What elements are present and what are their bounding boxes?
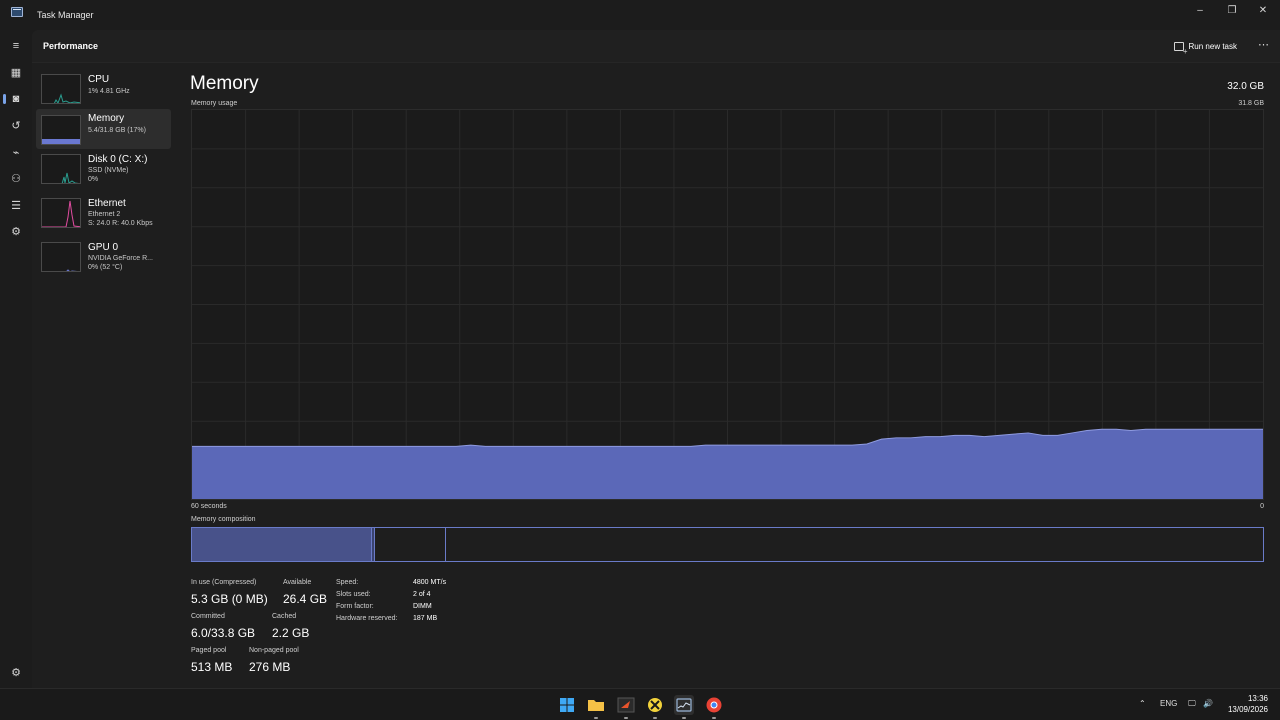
- memory-composition-label: Memory composition: [191, 516, 256, 523]
- device-detail-ethernet-throughput: S: 24.0 R: 40.0 Kbps: [88, 220, 153, 227]
- terminal-app-icon[interactable]: [616, 695, 636, 719]
- stat-label-paged-pool: Paged pool: [191, 647, 227, 654]
- stat-value-paged-pool: 513 MB: [191, 660, 233, 674]
- page-title: Performance: [43, 41, 99, 51]
- hamburger-icon[interactable]: ≡: [6, 36, 26, 56]
- startup-apps-icon[interactable]: ⌁: [6, 142, 26, 162]
- device-gpu[interactable]: GPU 0 NVIDIA GeForce R... 0% (52 °C): [36, 239, 171, 279]
- device-detail-gpu-usage: 0% (52 °C): [88, 264, 123, 271]
- stat-label-in-use: In use (Compressed): [191, 579, 257, 586]
- disk-thumbnail: [41, 154, 81, 184]
- memory-heading: Memory: [190, 73, 259, 94]
- spec-value-form-factor: DIMM: [413, 603, 432, 610]
- memory-thumbnail: [41, 115, 81, 145]
- spec-label-speed: Speed:: [336, 579, 359, 586]
- run-new-task-label: Run new task: [1188, 42, 1237, 51]
- device-detail-memory: 5.4/31.8 GB (17%): [88, 127, 146, 134]
- ethernet-thumbnail: [41, 198, 81, 228]
- memory-usage-graph: [191, 109, 1264, 500]
- stat-value-available: 26.4 GB: [283, 592, 328, 606]
- spec-label-hardware-reserved: Hardware reserved:: [336, 615, 398, 622]
- spec-label-slots: Slots used:: [336, 591, 371, 598]
- spec-value-slots: 2 of 4: [413, 591, 431, 598]
- device-detail-cpu: 1% 4.81 GHz: [88, 88, 130, 95]
- task-manager-app-icon: [11, 7, 23, 17]
- device-name-ethernet: Ethernet: [88, 198, 126, 209]
- spec-value-speed: 4800 MT/s: [413, 579, 447, 586]
- network-icon[interactable]: 🖵: [1188, 699, 1196, 709]
- chrome-icon[interactable]: [704, 695, 724, 719]
- device-name-disk: Disk 0 (C: X:): [88, 154, 148, 165]
- taskbar: ⌃ ENG 🖵 🔊 13:36 13/09/2026: [0, 688, 1280, 720]
- minimize-button[interactable]: –: [1185, 0, 1215, 20]
- device-disk[interactable]: Disk 0 (C: X:) SSD (NVMe) 0%: [36, 151, 171, 191]
- show-hidden-icons-button[interactable]: ⌃: [1139, 699, 1146, 708]
- stat-label-available: Available: [283, 579, 312, 586]
- nav-rail: ≡ ▦ ◙ ↺ ⌁ ⚇ ☰ ⚙ ⚙: [0, 30, 32, 688]
- start-button[interactable]: [557, 695, 577, 715]
- clock-date[interactable]: 13/09/2026: [1228, 705, 1268, 714]
- users-icon[interactable]: ⚇: [6, 168, 26, 188]
- graph-time-start: 60 seconds: [191, 503, 227, 510]
- close-button[interactable]: ✕: [1248, 0, 1278, 20]
- details-icon[interactable]: ☰: [6, 195, 26, 215]
- device-detail-disk-type: SSD (NVMe): [88, 167, 129, 174]
- xbox-app-icon[interactable]: [645, 695, 665, 719]
- page-header: Performance Run new task ⋯: [32, 30, 1280, 63]
- composition-standby: [375, 528, 446, 561]
- title-bar: Task Manager – ❐ ✕: [0, 0, 1280, 30]
- composition-in-use: [192, 528, 372, 561]
- device-detail-ethernet-adapter: Ethernet 2: [88, 211, 121, 218]
- memory-total: 32.0 GB: [1227, 81, 1264, 92]
- stat-label-committed: Committed: [191, 613, 225, 620]
- settings-icon[interactable]: ⚙: [6, 662, 26, 682]
- gpu-thumbnail: [41, 242, 81, 272]
- device-detail-gpu-model: NVIDIA GeForce R...: [88, 255, 153, 262]
- spec-value-hardware-reserved: 187 MB: [413, 615, 438, 622]
- file-explorer-icon[interactable]: [586, 695, 606, 719]
- device-memory[interactable]: Memory 5.4/31.8 GB (17%): [36, 109, 171, 149]
- app-history-icon[interactable]: ↺: [6, 115, 26, 135]
- stat-value-cached: 2.2 GB: [272, 626, 310, 640]
- stat-value-in-use: 5.3 GB (0 MB): [191, 592, 268, 606]
- language-indicator[interactable]: ENG: [1160, 699, 1177, 708]
- memory-thumbnail-fill: [42, 139, 80, 144]
- more-options-button[interactable]: ⋯: [1258, 38, 1270, 51]
- run-new-task-button[interactable]: Run new task: [1173, 39, 1237, 56]
- stat-label-cached: Cached: [272, 613, 297, 620]
- processes-icon[interactable]: ▦: [6, 62, 26, 82]
- device-detail-disk-usage: 0%: [88, 176, 99, 183]
- performance-icon[interactable]: ◙: [3, 89, 26, 109]
- run-task-icon: [1173, 42, 1188, 56]
- task-manager-taskbar-icon[interactable]: [674, 695, 694, 719]
- cpu-thumbnail: [41, 74, 81, 104]
- volume-icon[interactable]: 🔊: [1203, 699, 1213, 708]
- device-cpu[interactable]: CPU 1% 4.81 GHz: [36, 71, 171, 111]
- stat-value-committed: 6.0/33.8 GB: [191, 626, 256, 640]
- stat-value-non-paged-pool: 276 MB: [249, 660, 291, 674]
- device-name-memory: Memory: [88, 113, 125, 124]
- device-name-cpu: CPU: [88, 74, 110, 85]
- spec-label-form-factor: Form factor:: [336, 603, 374, 610]
- memory-usage-max: 31.8 GB: [1238, 100, 1264, 107]
- memory-composition-bar: [191, 527, 1264, 562]
- clock-time[interactable]: 13:36: [1248, 694, 1268, 703]
- services-icon[interactable]: ⚙: [6, 221, 26, 241]
- window-title: Task Manager: [37, 10, 94, 20]
- restore-button[interactable]: ❐: [1217, 0, 1247, 20]
- stat-label-non-paged-pool: Non-paged pool: [249, 647, 299, 654]
- device-name-gpu: GPU 0: [88, 242, 119, 253]
- device-ethernet[interactable]: Ethernet Ethernet 2 S: 24.0 R: 40.0 Kbps: [36, 195, 171, 235]
- memory-usage-label: Memory usage: [191, 100, 238, 107]
- content-area: CPU 1% 4.81 GHz Memory 5.4/31.8 GB (17%)…: [32, 63, 1280, 688]
- graph-time-end: 0: [1260, 503, 1264, 510]
